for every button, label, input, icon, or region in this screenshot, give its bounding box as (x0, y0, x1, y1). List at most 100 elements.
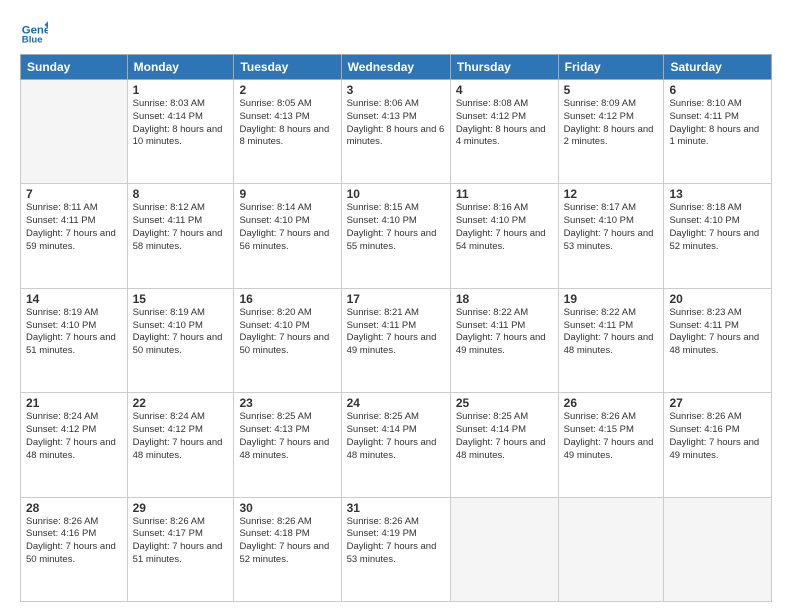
logo: General Blue (20, 16, 54, 44)
calendar-cell: 9Sunrise: 8:14 AM Sunset: 4:10 PM Daylig… (234, 184, 341, 288)
day-number: 18 (456, 292, 553, 306)
day-number: 27 (669, 396, 766, 410)
cell-content: Sunrise: 8:25 AM Sunset: 4:14 PM Dayligh… (347, 411, 445, 462)
cell-content: Sunrise: 8:26 AM Sunset: 4:19 PM Dayligh… (347, 516, 445, 567)
calendar-cell: 26Sunrise: 8:26 AM Sunset: 4:15 PM Dayli… (558, 393, 664, 497)
calendar-cell: 10Sunrise: 8:15 AM Sunset: 4:10 PM Dayli… (341, 184, 450, 288)
cell-content: Sunrise: 8:19 AM Sunset: 4:10 PM Dayligh… (133, 307, 229, 358)
calendar-cell: 11Sunrise: 8:16 AM Sunset: 4:10 PM Dayli… (450, 184, 558, 288)
day-number: 6 (669, 83, 766, 97)
cell-content: Sunrise: 8:26 AM Sunset: 4:15 PM Dayligh… (564, 411, 659, 462)
day-number: 11 (456, 187, 553, 201)
calendar-cell: 13Sunrise: 8:18 AM Sunset: 4:10 PM Dayli… (664, 184, 772, 288)
cell-content: Sunrise: 8:12 AM Sunset: 4:11 PM Dayligh… (133, 202, 229, 253)
calendar-cell: 24Sunrise: 8:25 AM Sunset: 4:14 PM Dayli… (341, 393, 450, 497)
cell-content: Sunrise: 8:26 AM Sunset: 4:16 PM Dayligh… (669, 411, 766, 462)
day-number: 20 (669, 292, 766, 306)
cell-content: Sunrise: 8:09 AM Sunset: 4:12 PM Dayligh… (564, 98, 659, 149)
calendar-cell: 8Sunrise: 8:12 AM Sunset: 4:11 PM Daylig… (127, 184, 234, 288)
cell-content: Sunrise: 8:10 AM Sunset: 4:11 PM Dayligh… (669, 98, 766, 149)
cell-content: Sunrise: 8:25 AM Sunset: 4:13 PM Dayligh… (239, 411, 335, 462)
cell-content: Sunrise: 8:26 AM Sunset: 4:16 PM Dayligh… (26, 516, 122, 567)
cell-content: Sunrise: 8:16 AM Sunset: 4:10 PM Dayligh… (456, 202, 553, 253)
cell-content: Sunrise: 8:24 AM Sunset: 4:12 PM Dayligh… (26, 411, 122, 462)
weekday-tuesday: Tuesday (234, 55, 341, 80)
day-number: 19 (564, 292, 659, 306)
weekday-monday: Monday (127, 55, 234, 80)
calendar-cell (450, 497, 558, 601)
day-number: 15 (133, 292, 229, 306)
calendar-cell: 25Sunrise: 8:25 AM Sunset: 4:14 PM Dayli… (450, 393, 558, 497)
cell-content: Sunrise: 8:19 AM Sunset: 4:10 PM Dayligh… (26, 307, 122, 358)
calendar-cell: 16Sunrise: 8:20 AM Sunset: 4:10 PM Dayli… (234, 288, 341, 392)
calendar-cell: 23Sunrise: 8:25 AM Sunset: 4:13 PM Dayli… (234, 393, 341, 497)
cell-content: Sunrise: 8:25 AM Sunset: 4:14 PM Dayligh… (456, 411, 553, 462)
cell-content: Sunrise: 8:21 AM Sunset: 4:11 PM Dayligh… (347, 307, 445, 358)
svg-text:Blue: Blue (22, 34, 43, 44)
cell-content: Sunrise: 8:08 AM Sunset: 4:12 PM Dayligh… (456, 98, 553, 149)
week-row-3: 21Sunrise: 8:24 AM Sunset: 4:12 PM Dayli… (21, 393, 772, 497)
weekday-friday: Friday (558, 55, 664, 80)
calendar-cell: 6Sunrise: 8:10 AM Sunset: 4:11 PM Daylig… (664, 80, 772, 184)
calendar-cell: 18Sunrise: 8:22 AM Sunset: 4:11 PM Dayli… (450, 288, 558, 392)
day-number: 26 (564, 396, 659, 410)
logo-icon: General Blue (20, 16, 48, 44)
calendar-cell: 20Sunrise: 8:23 AM Sunset: 4:11 PM Dayli… (664, 288, 772, 392)
calendar-cell (558, 497, 664, 601)
day-number: 5 (564, 83, 659, 97)
cell-content: Sunrise: 8:26 AM Sunset: 4:18 PM Dayligh… (239, 516, 335, 567)
day-number: 3 (347, 83, 445, 97)
cell-content: Sunrise: 8:17 AM Sunset: 4:10 PM Dayligh… (564, 202, 659, 253)
day-number: 29 (133, 501, 229, 515)
day-number: 10 (347, 187, 445, 201)
cell-content: Sunrise: 8:11 AM Sunset: 4:11 PM Dayligh… (26, 202, 122, 253)
weekday-wednesday: Wednesday (341, 55, 450, 80)
day-number: 7 (26, 187, 122, 201)
calendar-cell: 17Sunrise: 8:21 AM Sunset: 4:11 PM Dayli… (341, 288, 450, 392)
cell-content: Sunrise: 8:20 AM Sunset: 4:10 PM Dayligh… (239, 307, 335, 358)
calendar-cell: 27Sunrise: 8:26 AM Sunset: 4:16 PM Dayli… (664, 393, 772, 497)
calendar-table: SundayMondayTuesdayWednesdayThursdayFrid… (20, 54, 772, 602)
day-number: 24 (347, 396, 445, 410)
calendar-cell: 12Sunrise: 8:17 AM Sunset: 4:10 PM Dayli… (558, 184, 664, 288)
day-number: 28 (26, 501, 122, 515)
day-number: 25 (456, 396, 553, 410)
cell-content: Sunrise: 8:26 AM Sunset: 4:17 PM Dayligh… (133, 516, 229, 567)
day-number: 4 (456, 83, 553, 97)
calendar-cell: 5Sunrise: 8:09 AM Sunset: 4:12 PM Daylig… (558, 80, 664, 184)
calendar-cell: 4Sunrise: 8:08 AM Sunset: 4:12 PM Daylig… (450, 80, 558, 184)
weekday-thursday: Thursday (450, 55, 558, 80)
calendar-cell (21, 80, 128, 184)
calendar-cell: 1Sunrise: 8:03 AM Sunset: 4:14 PM Daylig… (127, 80, 234, 184)
cell-content: Sunrise: 8:06 AM Sunset: 4:13 PM Dayligh… (347, 98, 445, 149)
cell-content: Sunrise: 8:05 AM Sunset: 4:13 PM Dayligh… (239, 98, 335, 149)
weekday-sunday: Sunday (21, 55, 128, 80)
header: General Blue (20, 16, 772, 44)
cell-content: Sunrise: 8:18 AM Sunset: 4:10 PM Dayligh… (669, 202, 766, 253)
week-row-0: 1Sunrise: 8:03 AM Sunset: 4:14 PM Daylig… (21, 80, 772, 184)
day-number: 8 (133, 187, 229, 201)
calendar-cell: 30Sunrise: 8:26 AM Sunset: 4:18 PM Dayli… (234, 497, 341, 601)
day-number: 21 (26, 396, 122, 410)
day-number: 2 (239, 83, 335, 97)
calendar-cell: 29Sunrise: 8:26 AM Sunset: 4:17 PM Dayli… (127, 497, 234, 601)
calendar-cell: 2Sunrise: 8:05 AM Sunset: 4:13 PM Daylig… (234, 80, 341, 184)
weekday-header-row: SundayMondayTuesdayWednesdayThursdayFrid… (21, 55, 772, 80)
calendar-cell: 19Sunrise: 8:22 AM Sunset: 4:11 PM Dayli… (558, 288, 664, 392)
cell-content: Sunrise: 8:15 AM Sunset: 4:10 PM Dayligh… (347, 202, 445, 253)
day-number: 17 (347, 292, 445, 306)
day-number: 16 (239, 292, 335, 306)
day-number: 30 (239, 501, 335, 515)
weekday-saturday: Saturday (664, 55, 772, 80)
calendar-cell: 22Sunrise: 8:24 AM Sunset: 4:12 PM Dayli… (127, 393, 234, 497)
day-number: 31 (347, 501, 445, 515)
calendar-cell: 28Sunrise: 8:26 AM Sunset: 4:16 PM Dayli… (21, 497, 128, 601)
cell-content: Sunrise: 8:23 AM Sunset: 4:11 PM Dayligh… (669, 307, 766, 358)
cell-content: Sunrise: 8:24 AM Sunset: 4:12 PM Dayligh… (133, 411, 229, 462)
calendar-cell: 14Sunrise: 8:19 AM Sunset: 4:10 PM Dayli… (21, 288, 128, 392)
day-number: 23 (239, 396, 335, 410)
day-number: 13 (669, 187, 766, 201)
cell-content: Sunrise: 8:22 AM Sunset: 4:11 PM Dayligh… (564, 307, 659, 358)
cell-content: Sunrise: 8:22 AM Sunset: 4:11 PM Dayligh… (456, 307, 553, 358)
calendar-cell (664, 497, 772, 601)
